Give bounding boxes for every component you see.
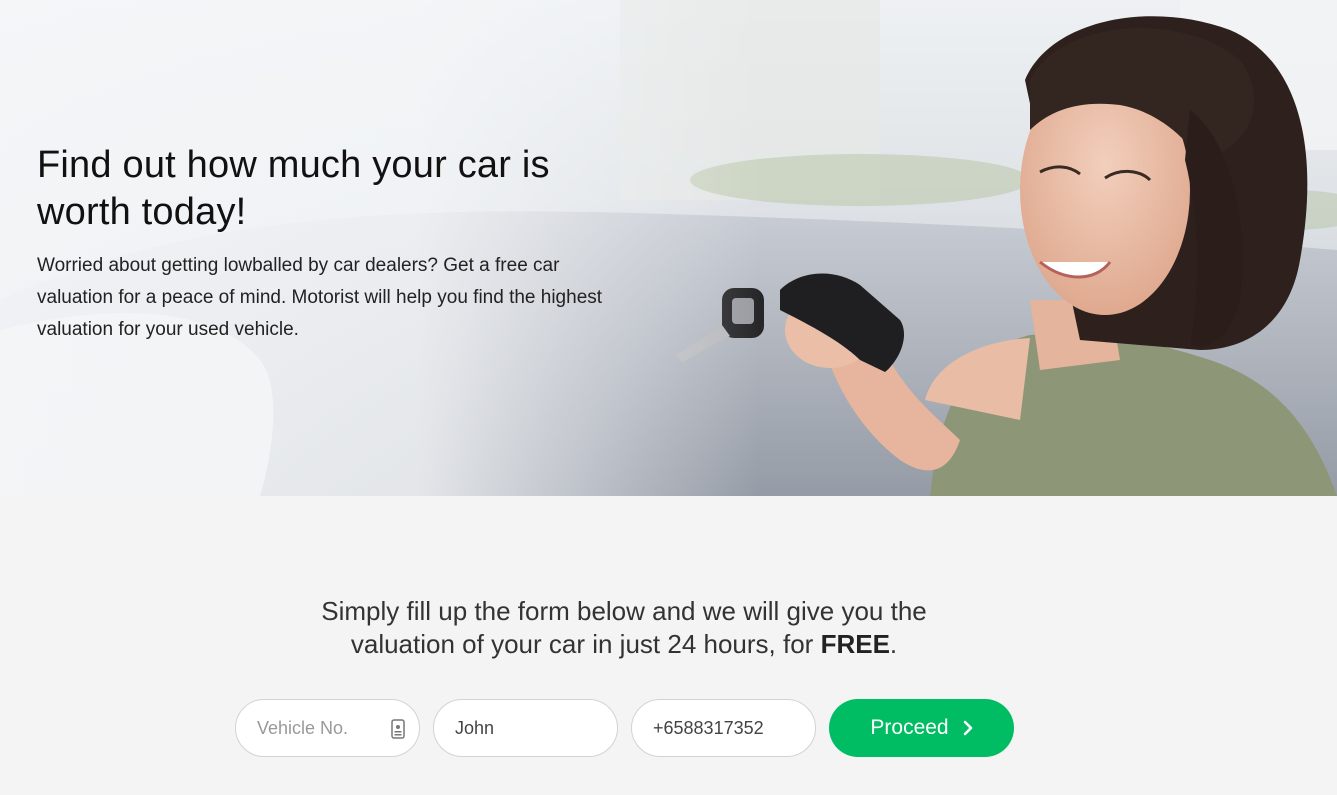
phone-field[interactable] — [631, 699, 816, 757]
form-heading-line2-suffix: . — [889, 629, 898, 659]
proceed-label: Proceed — [870, 716, 949, 739]
proceed-button[interactable]: Proceed — [829, 699, 1014, 757]
name-input[interactable] — [455, 717, 617, 739]
name-field[interactable] — [433, 699, 618, 757]
hero-title: Find out how much your car is worth toda… — [37, 142, 637, 236]
hero-description: Worried about getting lowballed by car d… — [37, 255, 603, 340]
phone-input[interactable] — [653, 717, 815, 739]
hero-banner: Find out how much your car is worth toda… — [0, 0, 1337, 496]
valuation-form-section: Simply fill up the form below and we wil… — [0, 496, 1337, 795]
hero-title-line2: worth today! — [37, 191, 247, 233]
hero-text: Find out how much your car is worth toda… — [37, 142, 637, 346]
form-heading-line2-prefix: valuation of your car in just 24 hours, … — [350, 629, 821, 659]
hero-title-line1: Find out how much your car is — [37, 144, 550, 186]
chevron-right-icon — [963, 720, 972, 736]
id-card-icon — [391, 719, 405, 739]
form-heading-free: FREE — [820, 629, 890, 659]
form-heading: Simply fill up the form below and we wil… — [0, 595, 1248, 661]
vehicle-number-field[interactable] — [235, 699, 420, 757]
form-heading-line1: Simply fill up the form below and we wil… — [321, 596, 927, 626]
